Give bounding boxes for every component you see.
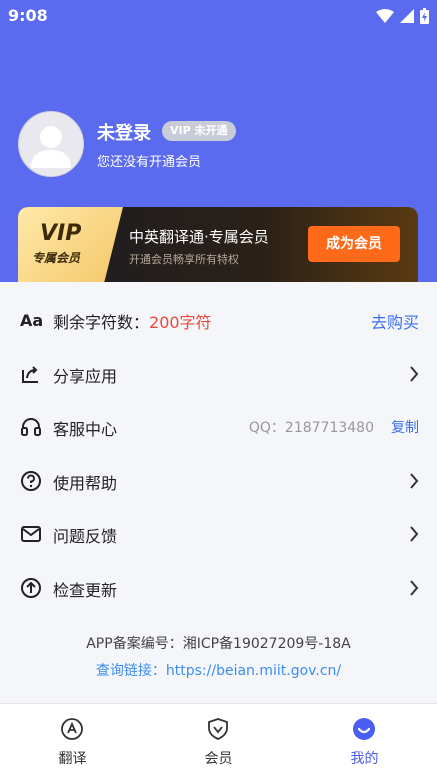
smile-icon: [353, 718, 375, 740]
vip-banner-title: 中英翻译通·专属会员: [129, 228, 269, 246]
tab-translate[interactable]: 翻译: [0, 704, 145, 773]
copy-button[interactable]: 复制: [391, 417, 419, 437]
signal-icon: [400, 9, 414, 23]
user-subtitle: 您还没有开通会员: [97, 155, 202, 170]
buy-link[interactable]: 去购买: [371, 309, 419, 333]
headset-icon: [21, 418, 41, 436]
status-icons: [376, 8, 429, 24]
text-aa-icon: Aa: [20, 311, 42, 330]
vip-banner-desc: 开通会员畅享所有特权: [129, 253, 239, 266]
chevron-right-icon: [410, 473, 419, 489]
wifi-icon: [376, 9, 394, 23]
query-link[interactable]: 查询链接：https://beian.miit.gov.cn/: [0, 660, 437, 680]
bottom-tab-bar: 翻译 会员 我的: [0, 703, 437, 773]
mail-icon: [21, 526, 41, 542]
vip-shield-icon: [208, 718, 228, 740]
chevron-right-icon: [410, 580, 419, 596]
menu-item-label: 使用帮助: [53, 474, 118, 493]
battery-icon: [420, 8, 429, 24]
avatar[interactable]: [18, 111, 84, 177]
profile-header: 9:08 未登录 VIP 未开通 您还没有开通会员 VIP 专属会员 中英翻译通…: [0, 0, 437, 285]
char-count-row: Aa 剩余字符数：200字符 去购买: [0, 293, 437, 347]
tab-label: 我的: [350, 751, 379, 767]
translate-icon: [61, 718, 83, 740]
menu-item-label: 问题反馈: [53, 527, 118, 546]
vip-status-badge: VIP 未开通: [162, 121, 236, 141]
menu-item-help[interactable]: 使用帮助: [0, 454, 437, 508]
menu-item-feedback[interactable]: 问题反馈: [0, 507, 437, 561]
chevron-right-icon: [410, 366, 419, 382]
icp-record: APP备案编号：湘ICP备19027209号-18A: [86, 636, 351, 652]
chevron-right-icon: [410, 526, 419, 542]
tab-label: 会员: [204, 751, 233, 767]
svg-text:Aa: Aa: [20, 311, 42, 330]
menu-item-label: 分享应用: [53, 367, 118, 386]
tab-vip[interactable]: 会员: [146, 704, 291, 773]
user-name[interactable]: 未登录: [97, 119, 151, 145]
tab-mine[interactable]: 我的: [292, 704, 437, 773]
status-time: 9:08: [8, 6, 48, 25]
qq-number: QQ：2187713480: [248, 420, 374, 436]
tab-label: 翻译: [58, 751, 87, 767]
user-placeholder-icon: [31, 126, 71, 168]
vip-banner[interactable]: VIP 专属会员 中英翻译通·专属会员 开通会员畅享所有特权 成为会员: [18, 207, 418, 283]
menu-item-label: 检查更新: [53, 581, 118, 600]
help-circle-icon: [21, 471, 41, 491]
share-icon: [22, 366, 38, 383]
menu-item-label: 客服中心: [53, 420, 118, 439]
vip-badge: VIP 专属会员: [18, 207, 123, 283]
become-member-button[interactable]: 成为会员: [308, 226, 400, 262]
menu-item-service[interactable]: 客服中心 QQ：2187713480 复制: [0, 400, 437, 454]
menu-item-share[interactable]: 分享应用: [0, 347, 437, 401]
vip-badge-title: VIP: [40, 221, 82, 246]
char-count-value: 200字符: [149, 313, 212, 332]
status-bar: 9:08: [0, 0, 437, 32]
menu-item-update[interactable]: 检查更新: [0, 561, 437, 615]
upload-arrow-icon: [21, 578, 41, 598]
vip-badge-subtitle: 专属会员: [32, 251, 81, 265]
char-count-label: 剩余字符数：200字符: [53, 313, 212, 332]
